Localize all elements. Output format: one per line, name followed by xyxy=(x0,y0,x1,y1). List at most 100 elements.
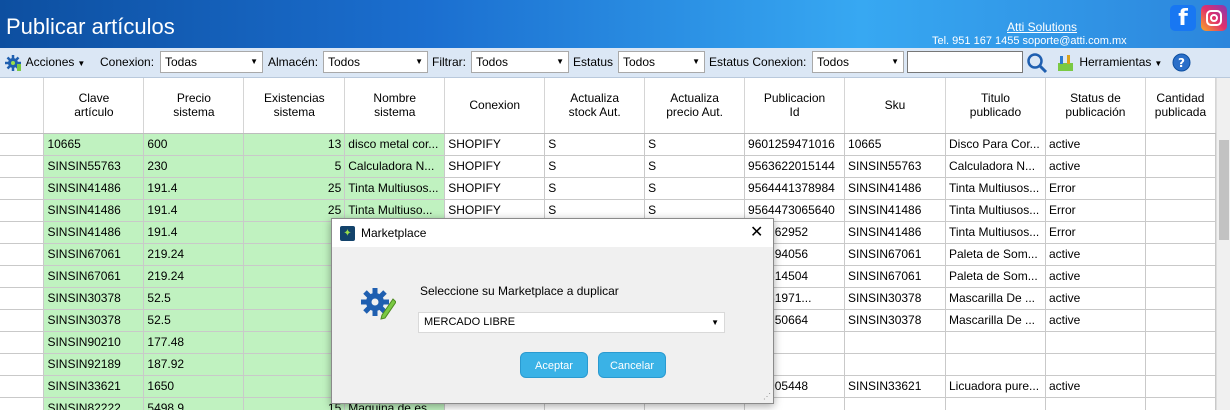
table-cell[interactable]: 13 xyxy=(243,133,346,156)
table-cell[interactable]: Tinta Multiusos... xyxy=(945,221,1046,244)
table-cell[interactable]: Error xyxy=(1045,177,1146,200)
table-cell[interactable]: SINSIN92189 xyxy=(43,353,145,376)
column-header[interactable]: Status de publicación xyxy=(1045,78,1146,134)
table-cell[interactable]: S xyxy=(544,133,646,156)
column-header[interactable]: Precio sistema xyxy=(143,78,245,134)
table-cell[interactable]: SHOPIFY xyxy=(444,177,546,200)
table-cell[interactable]: SINSIN41486 xyxy=(43,177,145,200)
table-cell[interactable] xyxy=(1045,331,1146,354)
vertical-scrollbar[interactable] xyxy=(1216,78,1230,410)
table-cell[interactable]: Paleta de Som... xyxy=(945,265,1046,288)
row-header[interactable] xyxy=(0,309,45,332)
table-cell[interactable]: 191.4 xyxy=(143,221,245,244)
marketplace-select[interactable]: MERCADO LIBRE ▼ xyxy=(418,312,725,333)
table-cell[interactable]: S xyxy=(644,177,746,200)
table-cell[interactable]: SINSIN41486 xyxy=(43,199,145,222)
table-cell[interactable]: SINSIN55763 xyxy=(844,155,946,178)
table-row[interactable]: SINSIN41486 191.4 25 Tinta Multiusos... SHOP… xyxy=(0,177,1216,200)
table-cell[interactable]: Mascarilla De ... xyxy=(945,287,1046,310)
table-cell[interactable] xyxy=(945,353,1046,376)
close-icon[interactable]: ✕ xyxy=(750,222,763,242)
table-cell[interactable] xyxy=(844,353,946,376)
table-cell[interactable]: SINSIN33621 xyxy=(43,375,145,398)
table-cell[interactable]: SINSIN67061 xyxy=(43,243,145,266)
table-cell[interactable]: 5 xyxy=(243,155,346,178)
table-cell[interactable]: Error xyxy=(1045,199,1146,222)
table-cell[interactable]: SINSIN90210 xyxy=(43,331,145,354)
column-header[interactable]: Conexion xyxy=(444,78,546,134)
table-cell[interactable]: SINSIN41486 xyxy=(844,221,946,244)
row-header[interactable] xyxy=(0,133,45,156)
row-header[interactable] xyxy=(0,221,45,244)
table-cell[interactable]: SINSIN67061 xyxy=(844,243,946,266)
conexion-select[interactable]: Todas ▼ xyxy=(160,51,263,73)
table-cell[interactable]: Tinta Multiusos... xyxy=(945,177,1046,200)
table-cell[interactable]: SINSIN41486 xyxy=(43,221,145,244)
table-cell[interactable]: Disco Para Cor... xyxy=(945,133,1046,156)
table-cell[interactable]: 52.5 xyxy=(143,309,245,332)
table-cell[interactable]: SHOPIFY xyxy=(444,155,546,178)
table-cell[interactable] xyxy=(1145,397,1216,410)
table-cell[interactable]: 2 xyxy=(243,221,346,244)
company-link[interactable]: Atti Solutions xyxy=(1007,20,1077,34)
almacen-select[interactable]: Todos ▼ xyxy=(323,51,428,73)
table-cell[interactable]: 187.92 xyxy=(143,353,245,376)
table-cell[interactable]: Tinta Multiusos... xyxy=(344,177,446,200)
table-cell[interactable]: 219.24 xyxy=(143,243,245,266)
filtrar-select[interactable]: Todos ▼ xyxy=(471,51,569,73)
table-cell[interactable]: SINSIN41486 xyxy=(844,199,946,222)
instagram-icon[interactable] xyxy=(1201,5,1227,31)
table-cell[interactable]: 52.5 xyxy=(143,287,245,310)
table-cell[interactable]: S xyxy=(644,133,746,156)
table-cell[interactable]: SINSIN67061 xyxy=(43,265,145,288)
table-cell[interactable]: SINSIN33621 xyxy=(844,375,946,398)
row-header[interactable] xyxy=(0,265,45,288)
table-cell[interactable]: Calculadora N... xyxy=(945,155,1046,178)
search-icon[interactable] xyxy=(1026,52,1048,74)
table-cell[interactable]: Error xyxy=(1045,221,1146,244)
column-header[interactable]: Titulo publicado xyxy=(945,78,1046,134)
table-cell[interactable]: active xyxy=(1045,375,1146,398)
table-cell[interactable] xyxy=(1145,155,1216,178)
estatus-conexion-select[interactable]: Todos ▼ xyxy=(812,51,904,73)
table-cell[interactable] xyxy=(945,331,1046,354)
table-cell[interactable]: 1 xyxy=(243,375,346,398)
table-cell[interactable]: disco metal cor... xyxy=(344,133,446,156)
table-cell[interactable] xyxy=(243,353,346,376)
table-cell[interactable]: SINSIN30378 xyxy=(43,309,145,332)
table-cell[interactable]: 5 xyxy=(243,309,346,332)
table-cell[interactable] xyxy=(1145,375,1216,398)
table-cell[interactable]: SINSIN30378 xyxy=(844,287,946,310)
table-cell[interactable]: 25 xyxy=(243,177,346,200)
table-cell[interactable]: S xyxy=(644,155,746,178)
search-input[interactable] xyxy=(907,51,1023,73)
table-cell[interactable]: 10665 xyxy=(43,133,145,156)
table-cell[interactable]: active xyxy=(1045,287,1146,310)
table-cell[interactable]: active xyxy=(1045,309,1146,332)
table-cell[interactable]: active xyxy=(1045,155,1146,178)
table-cell[interactable]: SINSIN30378 xyxy=(43,287,145,310)
column-header[interactable]: Cantidad publicada xyxy=(1145,78,1216,134)
row-header[interactable] xyxy=(0,375,45,398)
table-cell[interactable]: active xyxy=(1045,133,1146,156)
table-cell[interactable]: active xyxy=(1045,243,1146,266)
table-row[interactable]: SINSIN55763 230 5 Calculadora N... SHOPIFY S S… xyxy=(0,155,1216,178)
table-cell[interactable] xyxy=(1145,199,1216,222)
table-cell[interactable]: Tinta Multiusos... xyxy=(945,199,1046,222)
column-header[interactable]: Existencias sistema xyxy=(243,78,346,134)
table-cell[interactable]: 177.48 xyxy=(143,331,245,354)
row-header[interactable] xyxy=(0,331,45,354)
table-cell[interactable]: 191.4 xyxy=(143,177,245,200)
table-cell[interactable]: SINSIN67061 xyxy=(844,265,946,288)
table-cell[interactable] xyxy=(1045,353,1146,376)
table-cell[interactable] xyxy=(1045,397,1146,410)
help-icon[interactable]: ? xyxy=(1172,53,1191,72)
table-cell[interactable]: 2 xyxy=(243,331,346,354)
table-cell[interactable] xyxy=(844,331,946,354)
table-cell[interactable] xyxy=(844,397,946,410)
table-cell[interactable]: 9563622015144 xyxy=(744,155,846,178)
table-cell[interactable]: 1650 xyxy=(143,375,245,398)
table-cell[interactable]: S xyxy=(544,177,646,200)
table-cell[interactable] xyxy=(1145,265,1216,288)
row-header[interactable] xyxy=(0,353,45,376)
